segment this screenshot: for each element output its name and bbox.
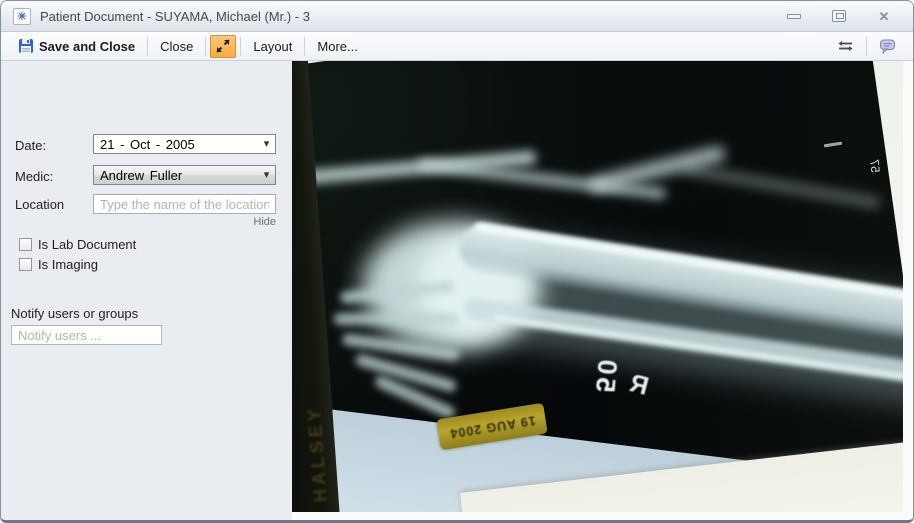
app-icon: ✳ bbox=[13, 8, 31, 25]
xray-image-viewer[interactable]: HALSEY 19 AUG 2004 50 R 57 bbox=[292, 61, 903, 512]
window-controls: ✕ bbox=[785, 9, 901, 23]
close-label: Close bbox=[160, 39, 193, 54]
more-button[interactable]: More... bbox=[309, 35, 365, 58]
close-window-button[interactable]: ✕ bbox=[875, 9, 893, 23]
minimize-icon bbox=[787, 14, 801, 19]
patient-document-window: ✳ Patient Document - SUYAMA, Michael (Mr… bbox=[0, 0, 914, 523]
date-value: 21 - Oct - 2005 bbox=[94, 137, 258, 152]
is-lab-document-checkbox[interactable] bbox=[19, 238, 32, 251]
content-area: Date: 21 - Oct - 2005 ▾ Medic: Andrew Fu… bbox=[1, 61, 913, 520]
finger-bone-shape bbox=[334, 313, 459, 325]
location-label: Location bbox=[15, 197, 64, 212]
date-label: Date: bbox=[15, 138, 46, 153]
date-stamp-text: 19 AUG 2004 bbox=[448, 413, 536, 440]
minimize-button[interactable] bbox=[785, 9, 803, 23]
notify-label: Notify users or groups bbox=[11, 306, 138, 321]
save-icon bbox=[18, 38, 34, 54]
is-imaging-checkbox[interactable] bbox=[19, 258, 32, 271]
dropdown-arrow-icon: ▾ bbox=[258, 135, 275, 153]
medic-combobox[interactable]: Andrew Fuller ▾ bbox=[93, 165, 276, 185]
comments-button[interactable] bbox=[871, 34, 904, 58]
close-button[interactable]: Close bbox=[152, 35, 201, 58]
expand-layout-button[interactable] bbox=[210, 35, 236, 58]
image-panel: HALSEY 19 AUG 2004 50 R 57 bbox=[292, 61, 913, 520]
side-marker-number: 50 bbox=[589, 355, 623, 394]
toolbar-separator bbox=[304, 37, 305, 56]
date-picker[interactable]: 21 - Oct - 2005 ▾ bbox=[93, 134, 276, 154]
swap-panels-button[interactable] bbox=[829, 34, 862, 58]
speech-bubble-icon bbox=[879, 38, 896, 54]
close-icon: ✕ bbox=[879, 10, 890, 23]
toolbar-separator bbox=[866, 37, 867, 56]
corner-marker: 57 bbox=[867, 159, 882, 174]
medic-label: Medic: bbox=[15, 169, 53, 184]
save-and-close-label: Save and Close bbox=[39, 39, 135, 54]
titlebar: ✳ Patient Document - SUYAMA, Michael (Mr… bbox=[1, 1, 913, 32]
more-label: More... bbox=[317, 39, 357, 54]
toolbar-separator bbox=[240, 37, 241, 56]
maximize-button[interactable] bbox=[830, 9, 848, 23]
toolbar-separator bbox=[205, 37, 206, 56]
layout-button[interactable]: Layout bbox=[245, 35, 300, 58]
is-imaging-row: Is Imaging bbox=[19, 257, 98, 272]
layout-label: Layout bbox=[253, 39, 292, 54]
location-input[interactable] bbox=[93, 194, 276, 214]
expand-arrows-icon bbox=[216, 39, 230, 53]
dropdown-arrow-icon: ▾ bbox=[258, 166, 275, 184]
document-form-panel: Date: 21 - Oct - 2005 ▾ Medic: Andrew Fu… bbox=[1, 61, 292, 520]
save-and-close-button[interactable]: Save and Close bbox=[10, 34, 143, 58]
swap-arrows-icon bbox=[837, 38, 854, 54]
maximize-icon bbox=[832, 10, 846, 22]
medic-value: Andrew Fuller bbox=[94, 168, 258, 183]
is-imaging-label[interactable]: Is Imaging bbox=[38, 257, 98, 272]
film-brand-text: HALSEY bbox=[304, 404, 332, 502]
is-lab-document-row: Is Lab Document bbox=[19, 237, 136, 252]
toolbar-right bbox=[829, 34, 904, 58]
toolbar: Save and Close Close Layout More... bbox=[1, 32, 913, 61]
hide-link[interactable]: Hide bbox=[93, 216, 276, 228]
window-title: Patient Document - SUYAMA, Michael (Mr.)… bbox=[40, 9, 310, 24]
is-lab-document-label[interactable]: Is Lab Document bbox=[38, 237, 136, 252]
notify-users-input[interactable] bbox=[11, 325, 162, 345]
toolbar-separator bbox=[147, 37, 148, 56]
